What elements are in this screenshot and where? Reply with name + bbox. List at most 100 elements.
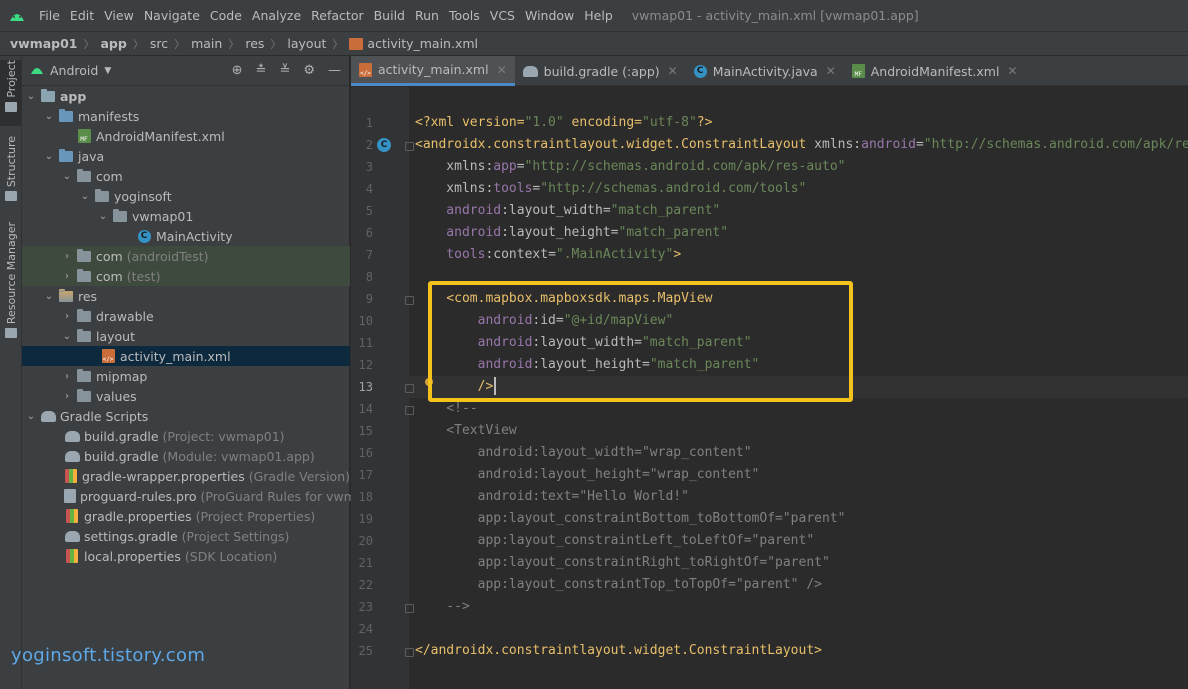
expand-all-icon[interactable]: ≛ [256, 63, 267, 78]
chevron-right-icon[interactable]: › [60, 391, 74, 402]
hide-panel-icon[interactable]: — [328, 63, 341, 78]
close-icon[interactable]: ✕ [668, 64, 678, 78]
breadcrumb-src[interactable]: src [150, 36, 168, 51]
chevron-right-icon[interactable]: › [60, 271, 74, 282]
tree-item-androidmanifest[interactable]: MF AndroidManifest.xml [22, 126, 350, 146]
tree-item-vwmap01[interactable]: ⌄ vwmap01 [22, 206, 350, 226]
line-number: 24 [358, 622, 373, 636]
tab-activity-main[interactable]: </> activity_main.xml ✕ [351, 56, 515, 86]
tree-item-hint: (androidTest) [126, 248, 209, 264]
fold-marker-icon[interactable] [405, 406, 414, 415]
breadcrumb-file[interactable]: activity_main.xml [367, 36, 478, 51]
fold-marker-icon[interactable] [405, 648, 414, 657]
line-number: 22 [358, 578, 373, 592]
chevron-down-icon[interactable]: ⌄ [24, 91, 38, 102]
menu-refactor[interactable]: Refactor [306, 0, 368, 31]
tree-item-drawable[interactable]: › drawable [22, 306, 350, 326]
project-panel-header: Android ▼ ⊕ ≛ ≚ ⚙ — [22, 56, 349, 86]
chevron-right-icon[interactable]: › [60, 311, 74, 322]
tree-item-label: build.gradle [84, 428, 159, 444]
menu-navigate[interactable]: Navigate [139, 0, 205, 31]
code-editor[interactable]: 1 2 3 4 5 6 7 8 9 10 11 12 13 14 15 16 1… [351, 87, 1188, 689]
code-line-22: app:layout_constraintTop_toTopOf="parent… [415, 577, 822, 592]
tree-item-manifests[interactable]: ⌄ manifests [22, 106, 350, 126]
menu-window[interactable]: Window [520, 0, 579, 31]
chevron-right-icon[interactable]: › [60, 371, 74, 382]
chevron-down-icon[interactable]: ⌄ [60, 171, 74, 182]
attr-name: :layout_width= [501, 203, 611, 218]
tree-item-build-gradle-project[interactable]: build.gradle (Project: vwmap01) [22, 426, 350, 446]
fold-marker-icon[interactable] [405, 384, 414, 393]
tree-item-com[interactable]: ⌄ com [22, 166, 350, 186]
chevron-down-icon[interactable]: ⌄ [78, 191, 92, 202]
close-icon[interactable]: ✕ [497, 63, 507, 77]
tree-item-settings-gradle[interactable]: settings.gradle (Project Settings) [22, 526, 350, 546]
breadcrumb-main[interactable]: main [191, 36, 222, 51]
chevron-down-icon[interactable]: ⌄ [60, 331, 74, 342]
menu-tools[interactable]: Tools [444, 0, 485, 31]
tree-item-java[interactable]: ⌄ java [22, 146, 350, 166]
gear-icon[interactable]: ⚙ [303, 63, 315, 78]
attr-value: "match_parent" [610, 203, 721, 218]
chevron-down-icon[interactable]: ▼ [104, 66, 111, 76]
namespace: app [493, 159, 517, 174]
resource-manager-tool-tab[interactable]: Resource Manager [0, 222, 22, 340]
tree-item-proguard[interactable]: proguard-rules.pro (ProGuard Rules for v… [22, 486, 387, 506]
tree-item-mainactivity[interactable]: C MainActivity [22, 226, 350, 246]
tree-item-hint: (Module: vwmap01.app) [162, 448, 315, 464]
menu-file[interactable]: File [34, 0, 65, 31]
breadcrumb-module[interactable]: app [101, 36, 127, 51]
chevron-right-icon[interactable]: › [60, 251, 74, 262]
chevron-down-icon[interactable]: ⌄ [42, 291, 56, 302]
structure-tool-tab[interactable]: Structure [0, 136, 22, 202]
package-icon [76, 268, 92, 283]
tree-item-local-properties[interactable]: local.properties (SDK Location) [22, 546, 350, 566]
tab-build-gradle[interactable]: build.gradle (:app) ✕ [515, 56, 686, 86]
tab-androidmanifest[interactable]: MF AndroidManifest.xml ✕ [844, 56, 1026, 86]
tree-item-app[interactable]: ⌄ app [22, 86, 350, 106]
tab-mainactivity[interactable]: C MainActivity.java ✕ [686, 56, 844, 86]
close-icon[interactable]: ✕ [1007, 64, 1017, 78]
folder-icon [58, 148, 74, 163]
breadcrumb-res[interactable]: res [245, 36, 264, 51]
tree-item-gradle-properties[interactable]: gradle.properties (Project Properties) [22, 506, 350, 526]
fold-marker-icon[interactable] [405, 296, 414, 305]
menu-analyze[interactable]: Analyze [247, 0, 306, 31]
tree-item-values[interactable]: › values [22, 386, 350, 406]
fold-marker-icon[interactable] [405, 142, 414, 151]
menu-view[interactable]: View [99, 0, 139, 31]
project-view-selector[interactable]: Android [50, 63, 98, 78]
fold-marker-icon[interactable] [405, 604, 414, 613]
menu-code[interactable]: Code [205, 0, 247, 31]
breadcrumb-project[interactable]: vwmap01 [10, 36, 78, 51]
tree-item-yoginsoft[interactable]: ⌄ yoginsoft [22, 186, 350, 206]
menu-build[interactable]: Build [369, 0, 410, 31]
menu-run[interactable]: Run [410, 0, 444, 31]
collapse-all-icon[interactable]: ≚ [279, 63, 290, 78]
locate-file-icon[interactable]: ⊕ [232, 63, 243, 78]
tree-item-label: local.properties [84, 548, 181, 564]
tree-item-label: manifests [78, 108, 140, 124]
close-icon[interactable]: ✕ [826, 64, 836, 78]
chevron-down-icon[interactable]: ⌄ [96, 211, 110, 222]
class-reference-icon[interactable]: C [377, 138, 391, 152]
project-tool-tab[interactable]: Project [0, 60, 22, 126]
tree-item-activity-main[interactable]: </> activity_main.xml [22, 346, 350, 366]
chevron-down-icon[interactable]: ⌄ [42, 111, 56, 122]
menu-edit[interactable]: Edit [65, 0, 99, 31]
code-line-4: xmlns:tools="http://schemas.android.com/… [415, 181, 806, 196]
tree-item-mipmap[interactable]: › mipmap [22, 366, 350, 386]
tree-item-build-gradle-module[interactable]: build.gradle (Module: vwmap01.app) [22, 446, 350, 466]
tree-item-gradle-scripts[interactable]: ⌄ Gradle Scripts [22, 406, 350, 426]
menu-help[interactable]: Help [579, 0, 618, 31]
chevron-down-icon[interactable]: ⌄ [24, 411, 38, 422]
breadcrumb-layout[interactable]: layout [287, 36, 326, 51]
tree-item-layout[interactable]: ⌄ layout [22, 326, 350, 346]
tree-item-gradle-wrapper[interactable]: gradle-wrapper.properties (Gradle Versio… [22, 466, 350, 486]
tree-item-com-test[interactable]: › com (test) [22, 266, 350, 286]
tree-item-label: build.gradle [84, 448, 159, 464]
tree-item-com-androidtest[interactable]: › com (androidTest) [22, 246, 350, 266]
chevron-down-icon[interactable]: ⌄ [42, 151, 56, 162]
tree-item-res[interactable]: ⌄ res [22, 286, 350, 306]
menu-vcs[interactable]: VCS [485, 0, 520, 31]
